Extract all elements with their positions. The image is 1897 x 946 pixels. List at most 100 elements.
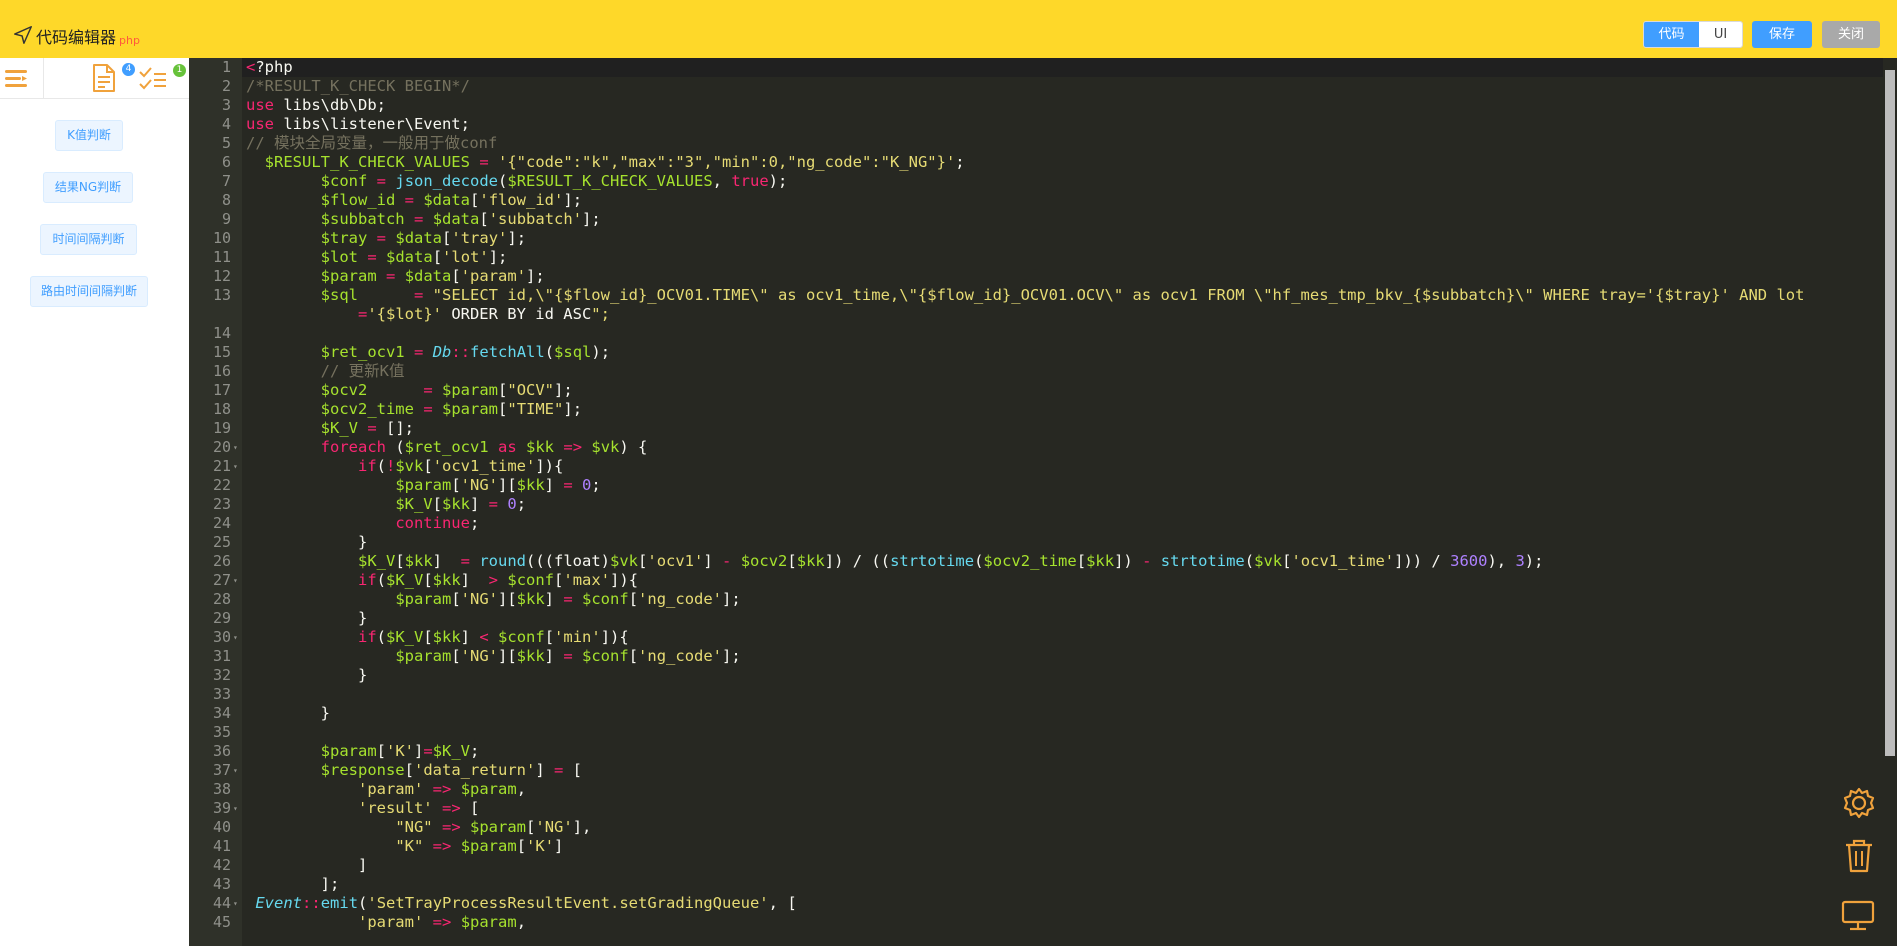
code-line[interactable]: 19 $K_V = []; <box>189 419 1879 438</box>
monitor-icon[interactable] <box>1841 900 1875 932</box>
scrollbar-thumb[interactable] <box>1885 70 1895 756</box>
menu-icon[interactable] <box>5 68 28 89</box>
tab-ui[interactable]: UI <box>1699 22 1742 47</box>
fold-arrow-icon[interactable]: ▾ <box>233 438 241 457</box>
code-line[interactable]: 36 $param['K']=$K_V; <box>189 742 1879 761</box>
line-number: 11 <box>212 248 231 266</box>
code-line[interactable]: 39 ▾ 'result' => [ <box>189 799 1879 818</box>
code-line[interactable]: 15 $ret_ocv1 = Db::fetchAll($sql); <box>189 343 1879 362</box>
editor-scrollbar[interactable] <box>1883 58 1897 946</box>
code-editor[interactable]: 1 <?php 2 /*RESULT_K_CHECK BEGIN*/ 3 use libs… <box>189 58 1897 946</box>
line-number: 33 <box>212 685 231 703</box>
code-text: $tray = $data['tray']; <box>320 229 527 247</box>
line-number: 2 <box>221 77 231 95</box>
fold-arrow-icon[interactable]: ▾ <box>233 799 241 818</box>
code-line[interactable]: 24 continue; <box>189 514 1879 533</box>
code-line[interactable]: 13 $sql = "SELECT id,\"{$flow_id}_OCV01.… <box>189 286 1879 305</box>
code-text: $RESULT_K_CHECK_VALUES = '{"code":"k","m… <box>264 153 965 171</box>
code-line[interactable]: 41 "K" => $param['K'] <box>189 837 1879 856</box>
code-line[interactable]: 6 $RESULT_K_CHECK_VALUES = '{"code":"k",… <box>189 153 1879 172</box>
language-label: php <box>119 34 140 47</box>
code-text: use libs\db\Db; <box>246 96 386 114</box>
code-line[interactable]: 43 ]; <box>189 875 1879 894</box>
document-badge: 4 <box>122 63 135 76</box>
navigation-icon <box>14 26 32 44</box>
code-text: // 更新K值 <box>246 362 405 380</box>
code-text: // 模块全局变量，一般用于做conf <box>246 134 498 152</box>
sidebar-item-k-value[interactable]: K值判断 <box>55 120 123 151</box>
tab-code[interactable]: 代码 <box>1644 22 1699 47</box>
code-line[interactable]: 5 // 模块全局变量，一般用于做conf <box>189 134 1879 153</box>
code-line[interactable]: 35 <box>189 723 1879 742</box>
code-line[interactable]: 27 ▾ if($K_V[$kk] > $conf['max']){ <box>189 571 1879 590</box>
mode-toggle: 代码 UI <box>1643 21 1743 48</box>
code-line[interactable]: 29 } <box>189 609 1879 628</box>
document-icon[interactable] <box>91 64 117 92</box>
code-line[interactable]: 37 ▾ $response['data_return'] = [ <box>189 761 1879 780</box>
line-number: 14 <box>212 324 231 342</box>
fold-arrow-icon[interactable]: ▾ <box>233 457 241 476</box>
code-line[interactable]: 21 ▾ if(!$vk['ocv1_time']){ <box>189 457 1879 476</box>
code-line[interactable]: 8 $flow_id = $data['flow_id']; <box>189 191 1879 210</box>
code-line[interactable]: 10 $tray = $data['tray']; <box>189 229 1879 248</box>
code-line[interactable]: 25 } <box>189 533 1879 552</box>
save-button[interactable]: 保存 <box>1752 21 1812 48</box>
sidebar-item-result-ng[interactable]: 结果NG判断 <box>43 172 133 203</box>
code-line[interactable]: 28 $param['NG'][$kk] = $conf['ng_code']; <box>189 590 1879 609</box>
fold-arrow-icon[interactable]: ▾ <box>233 761 241 780</box>
code-line[interactable]: 1 <?php <box>189 58 1879 77</box>
line-number: 34 <box>212 704 231 722</box>
top-bar: 代码编辑器 php 代码 UI 保存 关闭 <box>0 0 1897 58</box>
line-number: 9 <box>221 210 231 228</box>
code-line[interactable]: ='{$lot}' ORDER BY id ASC"; <box>189 305 1879 324</box>
fold-arrow-icon[interactable]: ▾ <box>233 894 241 913</box>
code-line[interactable]: 20 ▾ foreach ($ret_ocv1 as $kk => $vk) { <box>189 438 1879 457</box>
code-line[interactable]: 18 $ocv2_time = $param["TIME"]; <box>189 400 1879 419</box>
code-line[interactable]: 26 $K_V[$kk] = round(((float)$vk['ocv1']… <box>189 552 1879 571</box>
line-number: 10 <box>212 229 231 247</box>
line-number: 12 <box>212 267 231 285</box>
code-line[interactable]: 2 /*RESULT_K_CHECK BEGIN*/ <box>189 77 1879 96</box>
code-line[interactable]: 42 ] <box>189 856 1879 875</box>
code-line[interactable]: 33 <box>189 685 1879 704</box>
code-line[interactable]: 31 $param['NG'][$kk] = $conf['ng_code']; <box>189 647 1879 666</box>
code-line[interactable]: 12 $param = $data['param']; <box>189 267 1879 286</box>
line-number: 43 <box>212 875 231 893</box>
code-line[interactable]: 14 <box>189 324 1879 343</box>
code-line[interactable]: 44 ▾ Event::emit('SetTrayProcessResultEve… <box>189 894 1879 913</box>
line-number: 19 <box>212 419 231 437</box>
code-line[interactable]: 17 $ocv2 = $param["OCV"]; <box>189 381 1879 400</box>
code-text: "K" => $param['K'] <box>395 837 564 855</box>
code-text: $param['NG'][$kk] = 0; <box>395 476 601 494</box>
sidebar-item-time-interval[interactable]: 时间间隔判断 <box>40 224 137 255</box>
code-line[interactable]: 22 $param['NG'][$kk] = 0; <box>189 476 1879 495</box>
code-line[interactable]: 30 ▾ if($K_V[$kk] < $conf['min']){ <box>189 628 1879 647</box>
code-text: $ocv2 = $param["OCV"]; <box>320 381 573 399</box>
code-text: ]; <box>246 875 340 893</box>
code-text: $subbatch = $data['subbatch']; <box>320 210 601 228</box>
line-number: 39 <box>212 799 231 817</box>
code-line[interactable]: 11 $lot = $data['lot']; <box>189 248 1879 267</box>
code-line[interactable]: 45 'param' => $param, <box>189 913 1879 932</box>
code-line[interactable]: 32 } <box>189 666 1879 685</box>
checklist-icon[interactable] <box>139 66 167 92</box>
code-text: ='{$lot}' ORDER BY id ASC"; <box>357 305 610 323</box>
code-line[interactable]: 7 $conf = json_decode($RESULT_K_CHECK_VA… <box>189 172 1879 191</box>
code-line[interactable]: 16 // 更新K值 <box>189 362 1879 381</box>
sidebar-item-route-time-interval[interactable]: 路由时间间隔判断 <box>30 276 148 307</box>
code-line[interactable]: 34 } <box>189 704 1879 723</box>
line-number: 18 <box>212 400 231 418</box>
code-line[interactable]: 4 use libs\listener\Event; <box>189 115 1879 134</box>
code-line[interactable]: 40 "NG" => $param['NG'], <box>189 818 1879 837</box>
code-line[interactable]: 38 'param' => $param, <box>189 780 1879 799</box>
close-button[interactable]: 关闭 <box>1822 21 1880 48</box>
code-line[interactable]: 23 $K_V[$kk] = 0; <box>189 495 1879 514</box>
trash-icon[interactable] <box>1844 839 1874 873</box>
fold-arrow-icon[interactable]: ▾ <box>233 628 241 647</box>
code-line[interactable]: 9 $subbatch = $data['subbatch']; <box>189 210 1879 229</box>
line-number: 24 <box>212 514 231 532</box>
fold-arrow-icon[interactable]: ▾ <box>233 571 241 590</box>
gear-icon[interactable] <box>1842 786 1876 820</box>
code-line[interactable]: 3 use libs\db\Db; <box>189 96 1879 115</box>
code-text: } <box>246 609 368 627</box>
